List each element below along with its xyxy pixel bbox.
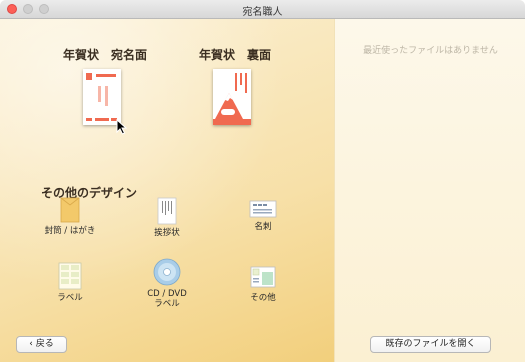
app-window: 宛名職人 年賀状 宛名面 年賀状 裏面 その他のデザイン 封筒 / はがき 挨拶… <box>0 0 525 362</box>
template-label-back-side: 年賀状 裏面 <box>199 48 272 62</box>
mouse-cursor-icon <box>116 119 128 135</box>
chevron-left-icon: ‹ <box>29 339 33 349</box>
design-label: 名刺 <box>254 222 272 232</box>
postcard-design-icon <box>213 69 251 125</box>
design-business-card[interactable]: 名刺 <box>223 199 303 232</box>
design-label: CD / DVD ラベル <box>127 289 207 309</box>
label-sheet-icon <box>58 262 82 290</box>
design-label: その他 <box>250 293 276 303</box>
envelope-icon <box>60 197 80 223</box>
design-label: 封筒 / はがき <box>44 226 96 236</box>
template-address-side[interactable] <box>83 69 121 125</box>
design-label: ラベル <box>57 293 83 303</box>
back-button-label: 戻る <box>35 339 54 349</box>
back-button[interactable]: ‹ 戻る <box>16 336 67 353</box>
design-label: 挨拶状 <box>154 228 180 238</box>
window-title: 宛名職人 <box>242 7 283 18</box>
recent-files-pane: 最近使ったファイルはありません 既存のファイルを開く <box>334 19 525 362</box>
design-other[interactable]: その他 <box>223 264 303 303</box>
design-label-line1: CD / DVD <box>147 289 187 299</box>
design-label-line2: ラベル <box>154 299 180 309</box>
postcard-address-icon <box>86 73 117 121</box>
open-existing-file-button[interactable]: 既存のファイルを開く <box>370 336 491 353</box>
recent-files-empty-message: 最近使ったファイルはありません <box>363 46 498 56</box>
design-envelope-postcard[interactable]: 封筒 / はがき <box>30 197 110 236</box>
template-back-side[interactable] <box>213 69 251 125</box>
design-label-sheet[interactable]: ラベル <box>30 262 110 303</box>
business-card-icon <box>249 200 277 218</box>
design-greeting-card[interactable]: 挨拶状 <box>127 197 207 238</box>
design-chooser-pane: 年賀状 宛名面 年賀状 裏面 その他のデザイン 封筒 / はがき 挨拶状 名刺 … <box>0 19 334 362</box>
template-label-address-side: 年賀状 宛名面 <box>63 48 148 62</box>
disc-icon <box>153 258 181 286</box>
greeting-card-icon <box>157 197 177 225</box>
title-bar: 宛名職人 <box>0 0 525 19</box>
other-design-icon <box>250 266 276 288</box>
design-cd-dvd-label[interactable]: CD / DVD ラベル <box>127 258 207 309</box>
